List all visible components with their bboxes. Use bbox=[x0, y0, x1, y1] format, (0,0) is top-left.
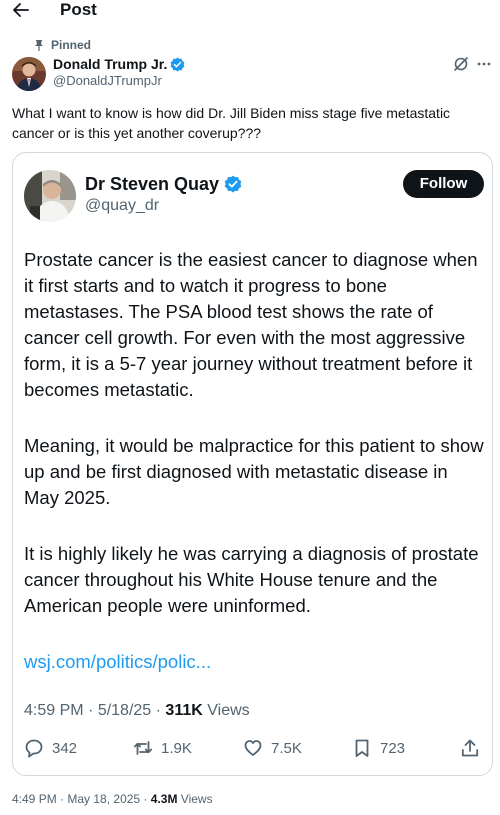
reply-count: 342 bbox=[52, 739, 78, 757]
grok-icon[interactable] bbox=[453, 56, 469, 72]
quoted-paragraph-2: Meaning, it would be malpractice for thi… bbox=[24, 435, 484, 508]
quoted-views-label: Views bbox=[207, 702, 250, 719]
post-views-count: 4.3M bbox=[150, 792, 178, 806]
post-timestamp-views: 4:49 PM · May 18, 2025 · 4.3M Views bbox=[12, 792, 213, 806]
follow-button[interactable]: Follow bbox=[403, 170, 484, 198]
pinned-label: Pinned bbox=[51, 38, 92, 52]
verified-badge-icon bbox=[224, 175, 242, 193]
quoted-author-name[interactable]: Dr Steven Quay bbox=[85, 172, 242, 196]
like-count: 7.5K bbox=[271, 739, 302, 757]
repost-count: 1.9K bbox=[161, 739, 192, 757]
avatar[interactable] bbox=[12, 57, 46, 91]
share-icon bbox=[461, 739, 479, 757]
author-name-text[interactable]: Donald Trump Jr. bbox=[53, 55, 167, 73]
repost-icon bbox=[133, 741, 153, 755]
pin-icon bbox=[35, 40, 43, 51]
arrow-left-icon[interactable] bbox=[12, 0, 30, 20]
quoted-avatar[interactable] bbox=[24, 170, 76, 222]
quoted-paragraph-3: It is highly likely he was carrying a di… bbox=[24, 543, 479, 616]
reply-icon bbox=[25, 739, 43, 758]
bookmark-icon bbox=[355, 739, 369, 757]
quoted-author-name-text[interactable]: Dr Steven Quay bbox=[85, 172, 219, 196]
pinned-indicator: Pinned bbox=[34, 38, 91, 52]
reply-button[interactable]: 342 bbox=[24, 733, 77, 763]
quoted-timestamp-views: 4:59 PM · 5/18/25 · 311K Views bbox=[24, 702, 250, 719]
action-bar: 342 1.9K 7.5K 723 bbox=[13, 733, 494, 763]
tweet-text: What I want to know is how did Dr. Jill … bbox=[12, 105, 451, 141]
page-title: Post bbox=[60, 0, 97, 19]
share-button[interactable] bbox=[460, 733, 480, 763]
quoted-author-handle[interactable]: @quay_dr bbox=[85, 196, 159, 216]
bookmark-button[interactable]: 723 bbox=[352, 733, 405, 763]
more-options-icon[interactable] bbox=[476, 56, 492, 72]
quoted-tweet-card[interactable]: Dr Steven Quay @quay_dr Follow Prostate … bbox=[12, 152, 493, 776]
post-views-label: Views bbox=[180, 792, 213, 806]
quoted-date[interactable]: 5/18/25 bbox=[98, 702, 151, 719]
verified-badge-icon bbox=[170, 56, 185, 72]
author-name[interactable]: Donald Trump Jr. bbox=[53, 55, 185, 73]
article-link[interactable]: wsj.com/politics/polic... bbox=[24, 649, 211, 675]
top-bar: Post bbox=[0, 0, 500, 22]
heart-icon bbox=[244, 740, 262, 756]
quoted-views-count: 311K bbox=[165, 702, 203, 719]
post-time[interactable]: 4:49 PM bbox=[12, 792, 57, 806]
author-handle[interactable]: @DonaldJTrumpJr bbox=[53, 73, 162, 89]
quoted-time[interactable]: 4:59 PM bbox=[24, 702, 84, 719]
like-button[interactable]: 7.5K bbox=[243, 733, 302, 763]
quoted-paragraph-1: Prostate cancer is the easiest cancer to… bbox=[24, 249, 478, 400]
repost-button[interactable]: 1.9K bbox=[133, 733, 192, 763]
post-date[interactable]: May 18, 2025 bbox=[67, 792, 140, 806]
bookmark-count: 723 bbox=[380, 739, 406, 757]
